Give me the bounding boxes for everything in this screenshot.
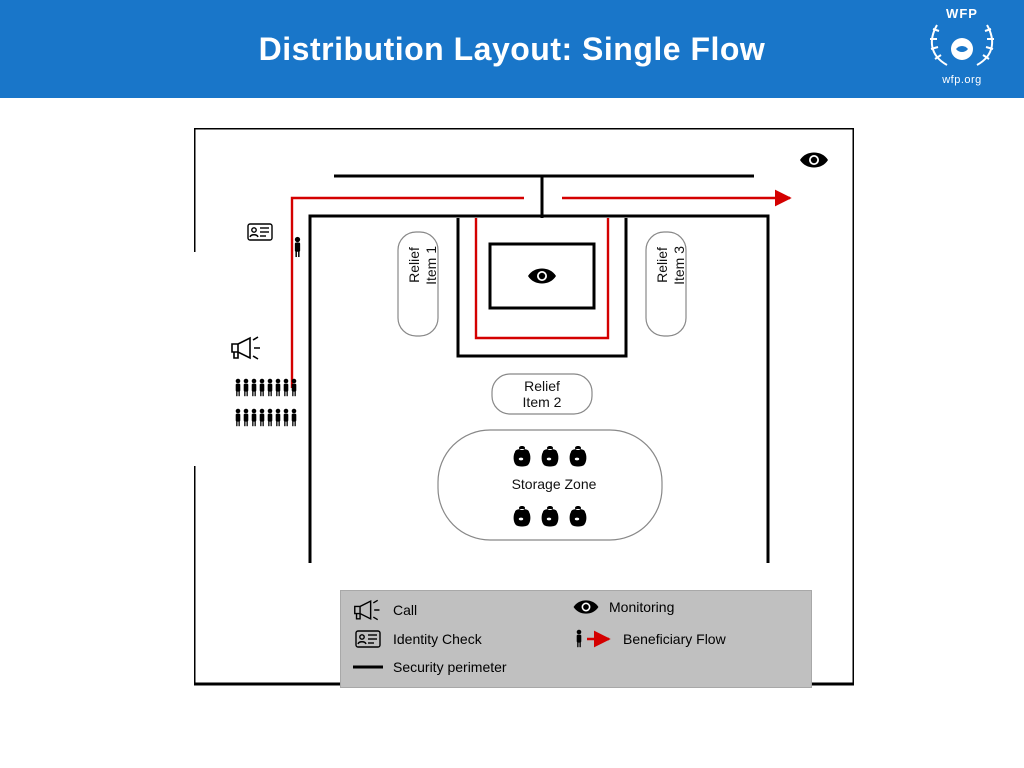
storage-zone-label: Storage Zone: [504, 476, 604, 492]
legend-identity: Identity Check: [353, 629, 482, 649]
megaphone-icon: [232, 337, 260, 359]
legend-flow: Beneficiary Flow: [573, 629, 726, 649]
laurel-icon: [925, 21, 999, 69]
id-card-icon: [248, 224, 272, 240]
header-bar: Distribution Layout: Single Flow WFP wfp…: [0, 0, 1024, 98]
legend-perimeter: Security perimeter: [353, 659, 507, 675]
legend-call: Call: [353, 599, 417, 621]
legend-monitoring: Monitoring: [573, 599, 674, 615]
relief-item-2-label: Relief Item 2: [512, 378, 572, 410]
person-icon: [295, 237, 300, 257]
eye-icon: [800, 153, 828, 168]
legend: Call Monitoring Identity Check Beneficia…: [340, 590, 812, 688]
relief-item-1-label: Relief Item 1: [406, 246, 440, 285]
logo-top-text: WFP: [918, 6, 1006, 21]
logo-bottom-text: wfp.org: [918, 74, 1006, 86]
relief-item-3-label: Relief Item 3: [654, 246, 688, 285]
page-title: Distribution Layout: Single Flow: [259, 31, 766, 68]
crowd-icon: [236, 379, 297, 427]
wfp-logo: WFP wfp.org: [918, 6, 1006, 94]
